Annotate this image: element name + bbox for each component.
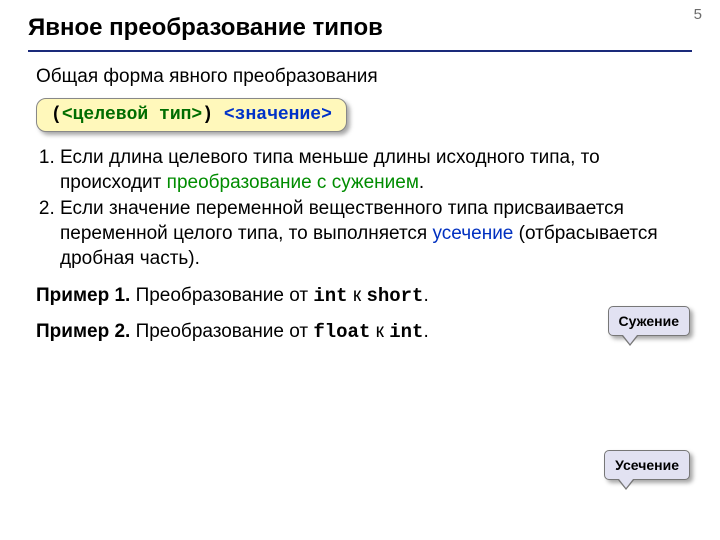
rule-highlight: усечение (433, 223, 514, 244)
syntax-close-paren: ) (202, 105, 213, 125)
title-underline (28, 50, 692, 52)
example-pre: Преобразование от (130, 321, 313, 342)
example-label: Пример 2. (36, 321, 130, 342)
page-number: 5 (694, 6, 702, 23)
bubble-narrowing: Сужение (608, 306, 690, 336)
syntax-target-type: <целевой тип> (62, 105, 202, 125)
example-from-type: int (313, 285, 347, 307)
example-post: . (423, 285, 428, 306)
rule-highlight: преобразование с сужением (167, 172, 419, 193)
intro-text: Общая форма явного преобразования (0, 66, 720, 98)
example-to-type: short (366, 285, 423, 307)
example-to-type: int (389, 321, 423, 343)
example-pre: Преобразование от (130, 285, 313, 306)
syntax-open-paren: ( (51, 105, 62, 125)
syntax-box: (<целевой тип>) <значение> (36, 98, 347, 132)
example-mid: к (370, 321, 389, 342)
example-1: Пример 1. Преобразование от int к short. (36, 285, 684, 307)
bubble-truncation: Усечение (604, 450, 690, 480)
list-item: Если значение переменной вещественного т… (60, 197, 686, 271)
page-title: Явное преобразование типов (0, 0, 720, 48)
example-2: Пример 2. Преобразование от float к int. (36, 321, 684, 343)
rule-text-after: . (419, 172, 424, 193)
rules-list: Если длина целевого типа меньше длины ис… (34, 146, 686, 271)
example-post: . (423, 321, 428, 342)
example-mid: к (348, 285, 367, 306)
example-from-type: float (313, 321, 370, 343)
syntax-value: <значение> (224, 105, 332, 125)
example-label: Пример 1. (36, 285, 130, 306)
list-item: Если длина целевого типа меньше длины ис… (60, 146, 686, 195)
